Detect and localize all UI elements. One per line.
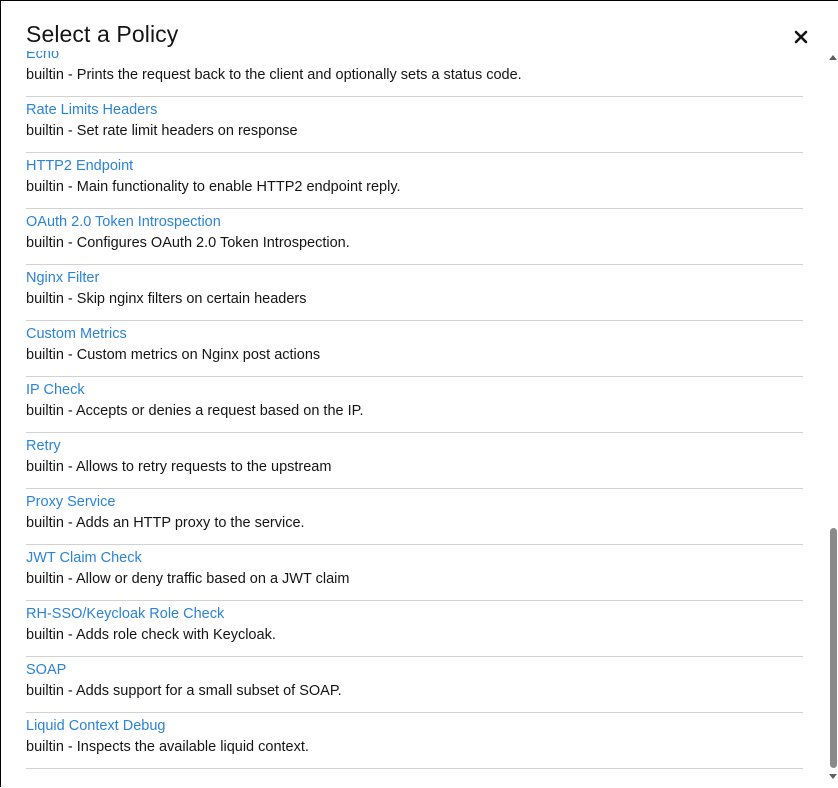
select-policy-modal: Select a Policy Echo builtin - Prints the… bbox=[0, 0, 838, 788]
policy-description: builtin - Adds an HTTP proxy to the serv… bbox=[26, 515, 305, 531]
policy-item[interactable]: SOAP builtin - Adds support for a small s… bbox=[26, 657, 803, 713]
modal-header: Select a Policy bbox=[1, 1, 838, 51]
scroll-down-arrow-icon[interactable] bbox=[829, 774, 837, 779]
policy-name-link[interactable]: Proxy Service bbox=[26, 493, 115, 511]
policy-description: builtin - Configures OAuth 2.0 Token Int… bbox=[26, 235, 350, 251]
policy-item[interactable]: Rate Limits Headers builtin - Set rate li… bbox=[26, 97, 803, 153]
policy-name-link[interactable]: OAuth 2.0 Token Introspection bbox=[26, 213, 221, 231]
policy-description: builtin - Adds support for a small subse… bbox=[26, 683, 342, 699]
policy-name-link[interactable]: SOAP bbox=[26, 661, 66, 679]
policy-item[interactable]: HTTP2 Endpoint builtin - Main functionali… bbox=[26, 153, 803, 209]
modal-title: Select a Policy bbox=[26, 21, 179, 47]
policy-description: builtin - Skip nginx filters on certain … bbox=[26, 291, 307, 307]
policy-name-link[interactable]: HTTP2 Endpoint bbox=[26, 157, 133, 175]
close-icon bbox=[794, 30, 808, 44]
policy-list-scroll-area[interactable]: Echo builtin - Prints the request back to… bbox=[1, 48, 827, 788]
policy-description: builtin - Custom metrics on Nginx post a… bbox=[26, 347, 321, 363]
policy-description: builtin - Accepts or denies a request ba… bbox=[26, 403, 364, 419]
policy-item[interactable]: IP Check builtin - Accepts or denies a re… bbox=[26, 377, 803, 433]
close-button[interactable] bbox=[789, 25, 813, 49]
policy-item[interactable]: RH-SSO/Keycloak Role Check builtin - Adds… bbox=[26, 601, 803, 657]
policy-item[interactable]: Echo builtin - Prints the request back to… bbox=[26, 48, 803, 97]
scroll-up-arrow-icon[interactable] bbox=[829, 55, 837, 60]
policy-name-link[interactable]: RH-SSO/Keycloak Role Check bbox=[26, 605, 224, 623]
vertical-scrollbar[interactable] bbox=[827, 51, 838, 788]
policy-name-link[interactable]: Nginx Filter bbox=[26, 269, 99, 287]
policy-item[interactable]: Nginx Filter builtin - Skip nginx filters… bbox=[26, 265, 803, 321]
policy-item[interactable]: Liquid Context Debug builtin - Inspects t… bbox=[26, 713, 803, 769]
scroll-thumb[interactable] bbox=[830, 528, 837, 768]
policy-name-link[interactable]: IP Check bbox=[26, 381, 85, 399]
policy-description: builtin - Prints the request back to the… bbox=[26, 67, 522, 83]
policy-name-link[interactable]: Rate Limits Headers bbox=[26, 101, 157, 119]
policy-list: Echo builtin - Prints the request back to… bbox=[26, 48, 803, 769]
policy-name-link[interactable]: Liquid Context Debug bbox=[26, 717, 165, 735]
policy-item[interactable]: Retry builtin - Allows to retry requests … bbox=[26, 433, 803, 489]
policy-description: builtin - Inspects the available liquid … bbox=[26, 739, 309, 755]
policy-item[interactable]: OAuth 2.0 Token Introspection builtin - C… bbox=[26, 209, 803, 265]
policy-item[interactable]: JWT Claim Check builtin - Allow or deny t… bbox=[26, 545, 803, 601]
policy-description: builtin - Allows to retry requests to th… bbox=[26, 459, 332, 475]
policy-item[interactable]: Custom Metrics builtin - Custom metrics o… bbox=[26, 321, 803, 377]
policy-item[interactable]: Proxy Service builtin - Adds an HTTP prox… bbox=[26, 489, 803, 545]
policy-name-link[interactable]: Retry bbox=[26, 437, 61, 455]
policy-description: builtin - Set rate limit headers on resp… bbox=[26, 123, 298, 139]
policy-name-link[interactable]: Custom Metrics bbox=[26, 325, 127, 343]
policy-description: builtin - Allow or deny traffic based on… bbox=[26, 571, 350, 587]
policy-description: builtin - Main functionality to enable H… bbox=[26, 179, 401, 195]
policy-name-link[interactable]: JWT Claim Check bbox=[26, 549, 142, 567]
policy-description: builtin - Adds role check with Keycloak. bbox=[26, 627, 276, 643]
